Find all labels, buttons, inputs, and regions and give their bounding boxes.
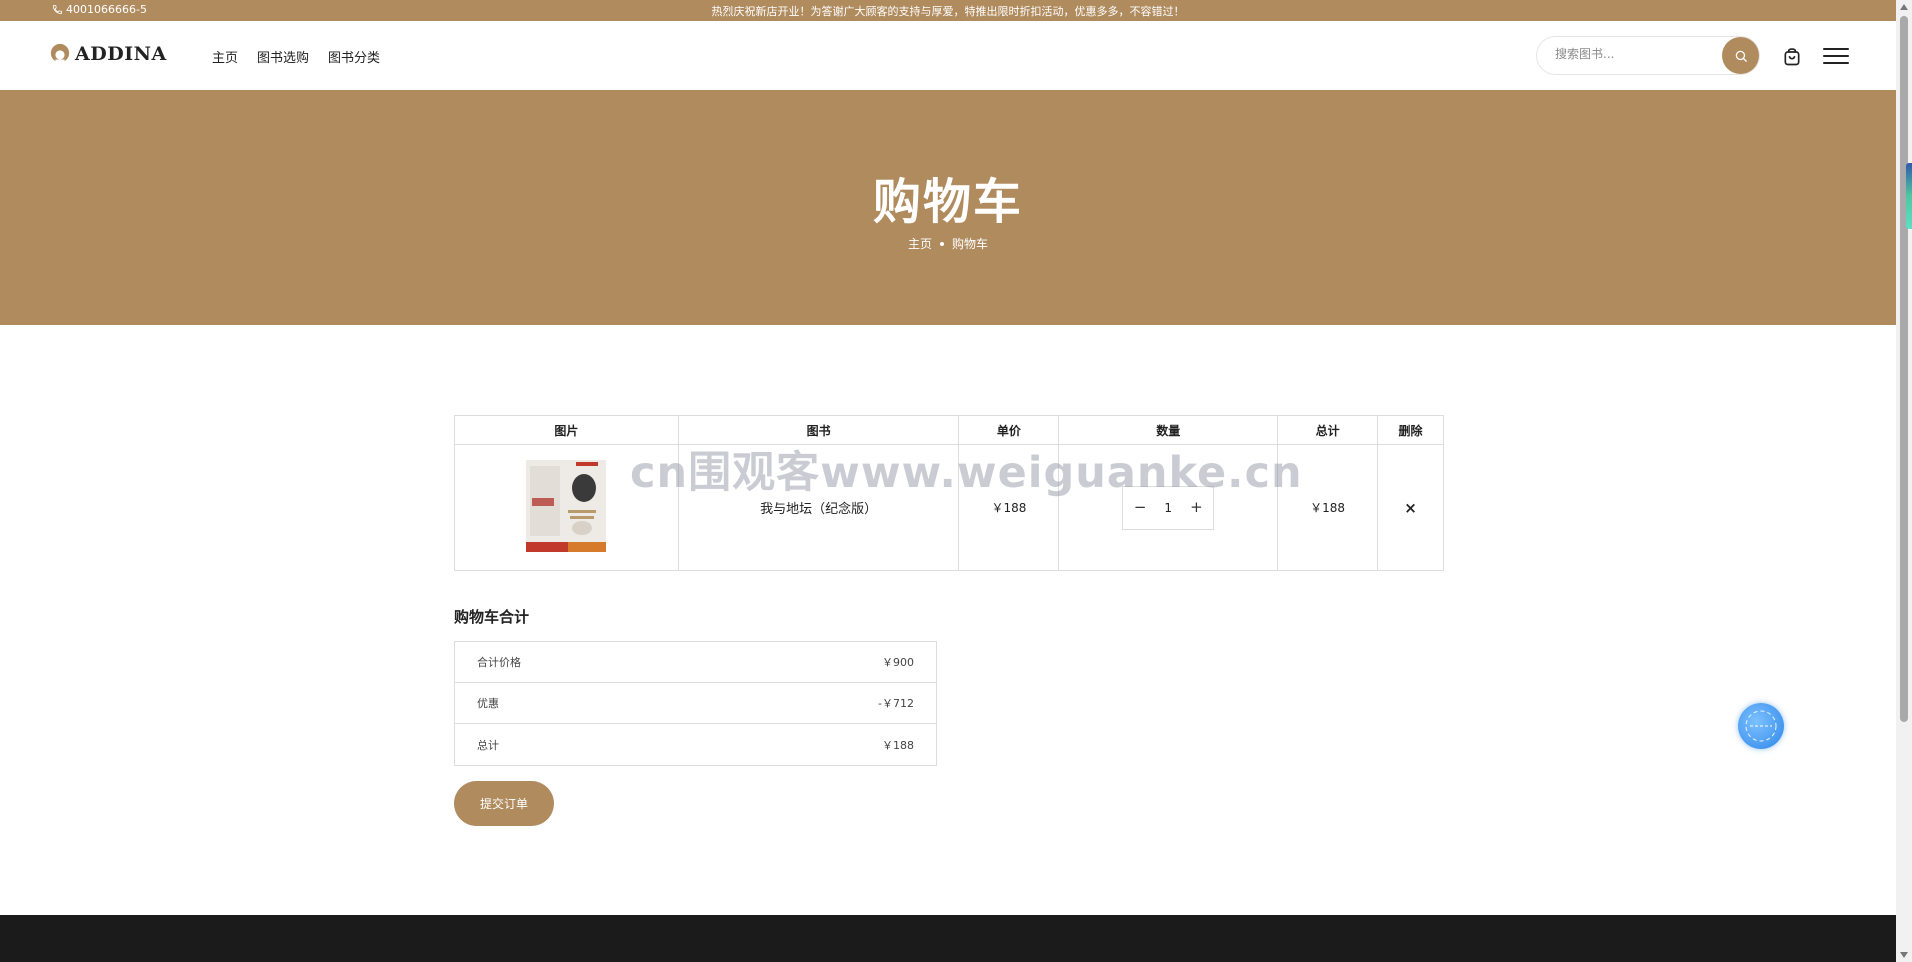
search-box	[1536, 36, 1760, 75]
breadcrumb-home[interactable]: 主页	[908, 235, 932, 252]
page-banner: 购物车 主页 购物车	[0, 90, 1896, 325]
page-scrollbar[interactable]	[1896, 0, 1912, 962]
menu-line	[1823, 48, 1849, 50]
remove-cell: ×	[1377, 444, 1444, 571]
totals-value: -￥712	[878, 697, 914, 710]
quantity-decrease-button[interactable]: −	[1134, 500, 1147, 515]
totals-label: 优惠	[477, 697, 499, 710]
unit-price: ￥188	[991, 501, 1027, 515]
totals-row-discount: 优惠 -￥712	[455, 683, 936, 724]
scroll-down-arrow-icon[interactable]	[1900, 952, 1908, 958]
breadcrumb-current: 购物车	[952, 237, 989, 251]
hamburger-menu-icon[interactable]	[1823, 48, 1849, 66]
logo-text: ADDINA	[75, 43, 167, 65]
search-input[interactable]	[1555, 47, 1715, 61]
shopping-bag-icon[interactable]	[1782, 47, 1802, 67]
quantity-increase-button[interactable]: +	[1190, 500, 1203, 515]
totals-label: 总计	[477, 738, 499, 752]
cart-totals-title: 购物车合计	[454, 608, 530, 626]
submit-order-button[interactable]: 提交订单	[454, 781, 554, 826]
book-title[interactable]: 我与地坛（纪念版）	[760, 502, 877, 517]
book-cover-image[interactable]	[518, 458, 614, 554]
site-header: ADDINA 主页 图书选购 图书分类	[0, 21, 1896, 90]
nav-item-home[interactable]: 主页	[212, 47, 238, 66]
scroll-up-arrow-icon[interactable]	[1900, 4, 1908, 10]
page-title: 购物车	[872, 174, 1023, 230]
totals-value: ￥188	[882, 738, 914, 752]
totals-value: ￥900	[882, 656, 914, 669]
remove-item-button[interactable]: ×	[1404, 499, 1417, 517]
totals-row-subtotal: 合计价格 ￥900	[455, 642, 936, 683]
floating-assistant-button[interactable]	[1738, 703, 1784, 749]
assistant-icon	[1745, 710, 1777, 742]
totals-label: 合计价格	[477, 656, 521, 669]
quantity-value[interactable]: 1	[1164, 501, 1172, 515]
search-icon	[1735, 50, 1747, 62]
logo-icon	[50, 43, 70, 65]
menu-line	[1823, 62, 1849, 64]
watermark-text: cn围观客www.weiguanke.cn	[630, 448, 1303, 498]
nav-item-book-categories[interactable]: 图书分类	[328, 47, 380, 66]
line-total: ￥188	[1310, 501, 1346, 515]
site-logo[interactable]: ADDINA	[49, 43, 167, 65]
menu-line	[1823, 55, 1849, 57]
main-nav: 主页 图书选购 图书分类	[212, 47, 380, 66]
side-widget-tab[interactable]	[1906, 163, 1912, 229]
scrollbar-thumb[interactable]	[1900, 16, 1908, 722]
totals-row-total: 总计 ￥188	[455, 724, 936, 765]
nav-item-book-shop[interactable]: 图书选购	[257, 47, 309, 66]
column-header-remove: 删除	[1377, 415, 1444, 445]
promo-notice: 热烈庆祝新店开业！为答谢广大顾客的支持与厚爱，特推出限时折扣活动，优惠多多，不容…	[711, 5, 1185, 18]
site-footer	[0, 915, 1896, 962]
breadcrumb-separator	[940, 241, 944, 246]
cart-totals-table: 合计价格 ￥900 优惠 -￥712 总计 ￥188	[454, 641, 937, 766]
breadcrumb: 主页 购物车	[0, 235, 1896, 252]
search-button[interactable]	[1722, 37, 1759, 74]
top-announcement-bar: 4001066666-5 热烈庆祝新店开业！为答谢广大顾客的支持与厚爱，特推出限…	[0, 0, 1896, 21]
